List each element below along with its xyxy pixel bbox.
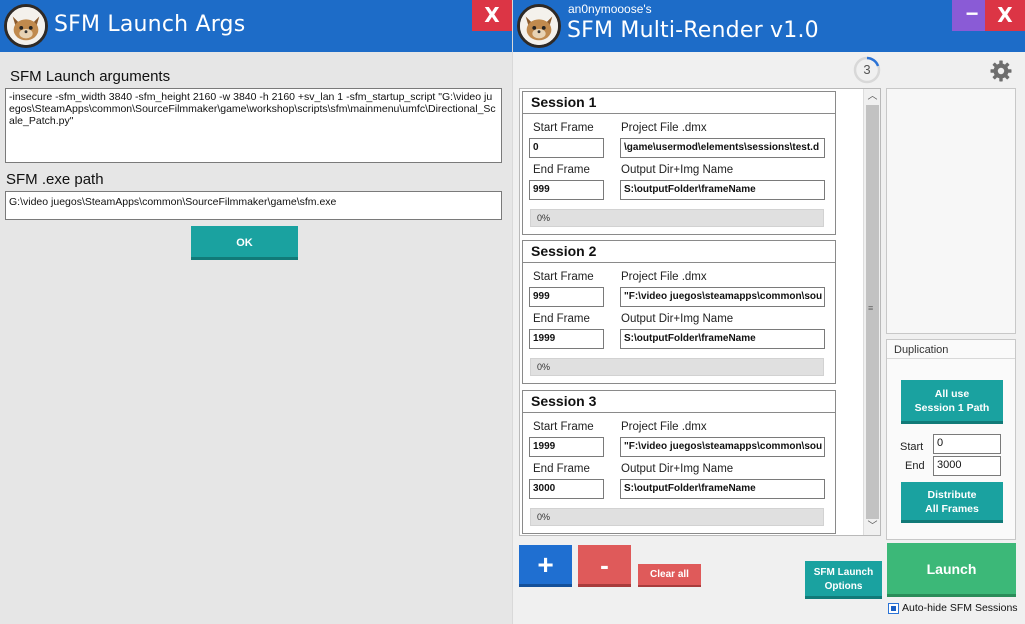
all-use-line1: All use — [934, 388, 970, 400]
autohide-checkbox[interactable] — [888, 603, 899, 614]
session-panel-3: Session 3 Start Frame 1999 Project File … — [522, 390, 836, 534]
app-logo-icon — [517, 4, 561, 48]
session-panel-1: Session 1 Start Frame 0 Project File .dm… — [522, 91, 836, 235]
close-button[interactable]: X — [985, 0, 1025, 31]
session-progress-bar: 0% — [530, 209, 824, 227]
session-count-indicator: 3 — [852, 55, 882, 85]
project-file-label: Project File .dmx — [621, 421, 707, 433]
start-frame-label: Start Frame — [533, 421, 594, 433]
session-count: 3 — [863, 62, 871, 77]
end-frame-input[interactable]: 999 — [529, 180, 604, 200]
author-subtitle: an0nymooose's — [568, 2, 652, 16]
scroll-up-arrow-icon[interactable]: ︿ — [864, 89, 881, 104]
duplication-label: Duplication — [894, 344, 949, 356]
start-frame-input[interactable]: 1999 — [529, 437, 604, 457]
output-dir-input[interactable]: S:\outputFolder\frameName — [620, 329, 825, 349]
settings-gear-icon[interactable] — [989, 59, 1013, 83]
launch-args-label: SFM Launch arguments — [10, 68, 171, 85]
app-logo-icon — [4, 4, 48, 48]
output-dir-input[interactable]: S:\outputFolder\frameName — [620, 479, 825, 499]
project-file-label: Project File .dmx — [621, 271, 707, 283]
close-button[interactable]: X — [472, 0, 512, 31]
dup-end-input[interactable]: 3000 — [933, 456, 1001, 476]
all-use-session1-path-button[interactable]: All use Session 1 Path — [901, 380, 1003, 424]
session-divider — [523, 262, 835, 263]
exe-path-label: SFM .exe path — [6, 171, 104, 188]
dup-start-input[interactable]: 0 — [933, 434, 1001, 454]
session-title: Session 3 — [531, 393, 597, 409]
clear-all-button[interactable]: Clear all — [638, 564, 701, 587]
autohide-label: Auto-hide SFM Sessions — [902, 602, 1018, 614]
output-dir-input[interactable]: S:\outputFolder\frameName — [620, 180, 825, 200]
session-title: Session 1 — [531, 94, 597, 110]
window-title: SFM Launch Args — [54, 12, 246, 37]
ok-button[interactable]: OK — [191, 226, 298, 260]
session-list-scrollbar[interactable]: ︿ ≡ ﹀ — [863, 89, 880, 535]
distribute-all-frames-button[interactable]: Distribute All Frames — [901, 482, 1003, 523]
session-divider — [523, 412, 835, 413]
preview-panel — [886, 88, 1016, 334]
session-progress-bar: 0% — [530, 358, 824, 376]
add-session-button[interactable]: + — [519, 545, 572, 587]
remove-session-button[interactable]: - — [578, 545, 631, 587]
project-file-input[interactable]: "F:\video juegos\steamapps\common\sou — [620, 287, 825, 307]
project-file-input[interactable]: \game\usermod\elements\sessions\test.d — [620, 138, 825, 158]
dup-start-label: Start — [900, 441, 924, 453]
distribute-line1: Distribute — [927, 489, 977, 501]
end-frame-label: End Frame — [533, 463, 590, 475]
dup-end-label: End — [905, 460, 925, 472]
duplication-divider — [887, 358, 1015, 359]
sfm-launch-options-button[interactable]: SFM Launch Options — [805, 561, 882, 599]
start-frame-input[interactable]: 0 — [529, 138, 604, 158]
session-divider — [523, 113, 835, 114]
start-frame-label: Start Frame — [533, 271, 594, 283]
duplication-group: Duplication All use Session 1 Path Start… — [886, 339, 1016, 540]
distribute-line2: All Frames — [925, 503, 979, 515]
session-title: Session 2 — [531, 243, 597, 259]
all-use-line2: Session 1 Path — [914, 402, 990, 414]
start-frame-input[interactable]: 999 — [529, 287, 604, 307]
start-frame-label: Start Frame — [533, 122, 594, 134]
session-progress-bar: 0% — [530, 508, 824, 526]
scroll-grip-icon: ≡ — [868, 303, 874, 313]
output-dir-label: Output Dir+Img Name — [621, 463, 734, 475]
title-bar[interactable]: an0nymooose's SFM Multi-Render v1.0 − X — [513, 0, 1025, 52]
output-dir-label: Output Dir+Img Name — [621, 313, 734, 325]
end-frame-label: End Frame — [533, 164, 590, 176]
session-panel-2: Session 2 Start Frame 999 Project File .… — [522, 240, 836, 384]
scroll-down-arrow-icon[interactable]: ﹀ — [864, 519, 881, 534]
project-file-input[interactable]: "F:\video juegos\steamapps\common\sou — [620, 437, 825, 457]
exe-path-input[interactable]: G:\video juegos\SteamApps\common\SourceF… — [5, 191, 502, 220]
end-frame-label: End Frame — [533, 313, 590, 325]
output-dir-label: Output Dir+Img Name — [621, 164, 734, 176]
title-bar[interactable]: SFM Launch Args X — [0, 0, 512, 52]
window-title: SFM Multi-Render v1.0 — [567, 18, 819, 43]
launch-args-textarea[interactable]: -insecure -sfm_width 3840 -sfm_height 21… — [5, 88, 502, 163]
launch-options-line1: SFM Launch — [813, 567, 874, 578]
project-file-label: Project File .dmx — [621, 122, 707, 134]
launch-button[interactable]: Launch — [887, 543, 1016, 597]
launch-options-line2: Options — [824, 581, 863, 592]
end-frame-input[interactable]: 3000 — [529, 479, 604, 499]
launch-args-window: SFM Launch Args X SFM Launch arguments -… — [0, 0, 512, 624]
end-frame-input[interactable]: 1999 — [529, 329, 604, 349]
